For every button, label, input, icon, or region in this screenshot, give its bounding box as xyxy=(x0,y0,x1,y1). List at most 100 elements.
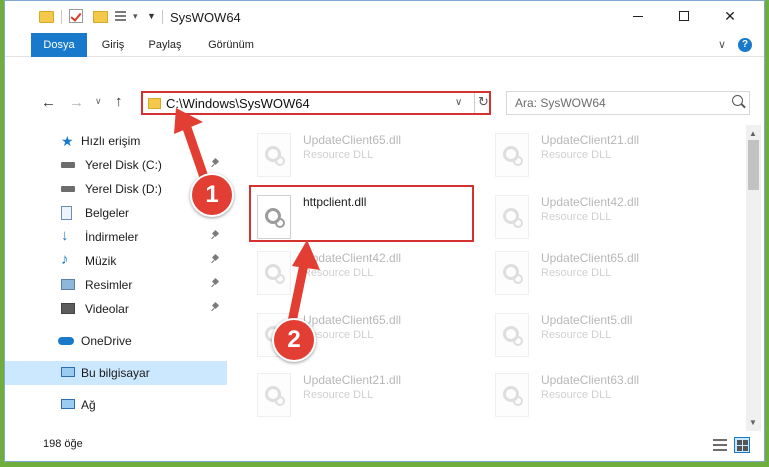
video-icon xyxy=(61,303,75,314)
network-icon xyxy=(61,399,75,409)
forward-arrow-icon[interactable]: → xyxy=(69,94,84,111)
sidebar-item-label: Videolar xyxy=(85,302,129,316)
dll-file-icon xyxy=(495,195,529,239)
up-arrow-icon[interactable]: ↑ xyxy=(115,93,123,110)
sidebar-item-label: Belgeler xyxy=(85,206,130,220)
pin-icon[interactable] xyxy=(211,231,219,241)
maximize-button[interactable] xyxy=(661,1,707,31)
minimize-icon xyxy=(633,15,643,17)
file-name: UpdateClient65.dll xyxy=(541,251,640,265)
sidebar-item-local-disk-c[interactable]: Yerel Disk (C:) xyxy=(5,153,227,177)
drive-icon xyxy=(61,186,75,192)
refresh-button[interactable]: ↻ xyxy=(474,93,489,113)
search-box[interactable] xyxy=(506,91,750,115)
details-view-icon[interactable] xyxy=(713,439,727,451)
address-bar[interactable]: C:\Windows\SysWOW64 ∨ ↻ xyxy=(141,91,491,115)
pin-icon[interactable] xyxy=(211,303,219,313)
sidebar-item-downloads[interactable]: ↓ İndirmeler xyxy=(5,225,227,249)
maximize-icon xyxy=(679,11,689,21)
title-divider xyxy=(162,10,163,24)
tab-share[interactable]: Paylaş xyxy=(143,33,187,57)
properties-list-icon[interactable] xyxy=(115,9,129,23)
pictures-icon xyxy=(61,279,75,290)
music-note-icon: ♪ xyxy=(61,251,69,268)
step-1-marker: 1 xyxy=(190,173,234,217)
file-type: Resource DLL xyxy=(541,211,612,223)
sidebar-item-this-pc[interactable]: Bu bilgisayar xyxy=(5,361,227,385)
cloud-icon xyxy=(58,337,74,345)
sidebar-item-label: Hızlı erişim xyxy=(81,134,141,148)
recent-locations-chevron-icon[interactable]: ∨ xyxy=(95,96,102,107)
sidebar-item-label: Ağ xyxy=(81,398,96,412)
sidebar-item-label: İndirmeler xyxy=(85,230,139,244)
sidebar-item-music[interactable]: ♪ Müzik xyxy=(5,249,227,273)
dll-file-icon xyxy=(257,373,291,417)
back-arrow-icon[interactable]: ← xyxy=(41,94,56,111)
tab-home[interactable]: Giriş xyxy=(93,33,133,57)
sidebar-item-label: Yerel Disk (C:) xyxy=(85,158,162,172)
close-icon: ✕ xyxy=(724,7,736,24)
navigation-pane: ★ Hızlı erişim Yerel Disk (C:) Yerel Dis… xyxy=(5,125,227,431)
sidebar-item-pictures[interactable]: Resimler xyxy=(5,273,227,297)
minimize-button[interactable] xyxy=(615,1,661,31)
file-name: UpdateClient63.dll xyxy=(541,373,640,387)
folder-icon xyxy=(148,98,161,109)
properties-check-icon[interactable] xyxy=(69,9,83,23)
file-item[interactable]: UpdateClient21.dll Resource DLL xyxy=(233,365,459,429)
scroll-down-icon[interactable]: ▼ xyxy=(749,418,757,427)
new-folder-icon[interactable] xyxy=(93,11,108,23)
file-item[interactable]: UpdateClient42.dll Resource DLL xyxy=(233,243,459,307)
help-icon[interactable]: ? xyxy=(738,38,752,52)
file-type: Resource DLL xyxy=(303,267,374,279)
dll-file-icon xyxy=(495,313,529,357)
sidebar-item-quick-access[interactable]: ★ Hızlı erişim xyxy=(5,129,227,153)
scroll-up-icon[interactable]: ▲ xyxy=(749,129,757,138)
file-name: UpdateClient42.dll xyxy=(541,195,640,209)
sidebar-item-videos[interactable]: Videolar xyxy=(5,297,227,321)
file-item[interactable]: UpdateClient65.dll Resource DLL xyxy=(233,125,459,189)
file-type: Resource DLL xyxy=(541,389,612,401)
file-type: Resource DLL xyxy=(303,149,374,161)
pin-icon[interactable] xyxy=(211,255,219,265)
file-list: UpdateClient65.dll Resource DLL UpdateCl… xyxy=(233,125,747,431)
file-type: Resource DLL xyxy=(541,149,612,161)
dll-file-icon xyxy=(495,133,529,177)
file-name: UpdateClient65.dll xyxy=(303,313,402,327)
star-icon: ★ xyxy=(61,133,74,149)
refresh-icon: ↻ xyxy=(478,94,489,109)
file-item[interactable]: UpdateClient5.dll Resource DLL xyxy=(471,305,697,369)
file-item[interactable]: UpdateClient42.dll Resource DLL xyxy=(471,187,697,251)
address-path[interactable]: C:\Windows\SysWOW64 xyxy=(166,96,310,111)
dll-file-icon xyxy=(495,373,529,417)
dll-file-icon xyxy=(257,251,291,295)
tab-view[interactable]: Görünüm xyxy=(199,33,263,57)
ribbon-expand-chevron-icon[interactable]: ∨ xyxy=(718,38,726,51)
download-arrow-icon: ↓ xyxy=(61,227,69,244)
file-name: UpdateClient5.dll xyxy=(541,313,633,327)
pin-icon[interactable] xyxy=(211,159,219,169)
file-item[interactable]: UpdateClient63.dll Resource DLL xyxy=(471,365,697,429)
quick-access-dropdown-icon[interactable]: ▾ xyxy=(133,11,138,22)
file-item[interactable]: UpdateClient21.dll Resource DLL xyxy=(471,125,697,189)
scrollbar-thumb[interactable] xyxy=(748,140,759,190)
dll-file-icon xyxy=(495,251,529,295)
address-dropdown-chevron-icon[interactable]: ∨ xyxy=(455,97,462,108)
sidebar-item-label: Müzik xyxy=(85,254,117,268)
computer-icon xyxy=(61,367,75,377)
step-2-marker: 2 xyxy=(272,318,316,362)
search-input[interactable] xyxy=(515,95,715,111)
folder-icon xyxy=(39,11,54,23)
sidebar-item-network[interactable]: Ağ xyxy=(5,393,227,417)
customize-toolbar-icon[interactable]: ▼ xyxy=(147,11,156,21)
large-icons-view-icon[interactable] xyxy=(734,437,750,453)
search-icon[interactable] xyxy=(732,95,743,106)
tab-file[interactable]: Dosya xyxy=(31,33,87,57)
sidebar-item-onedrive[interactable]: OneDrive xyxy=(5,329,227,353)
file-name: UpdateClient21.dll xyxy=(541,133,640,147)
vertical-scrollbar[interactable]: ▲ ▼ xyxy=(746,125,761,431)
file-item[interactable]: UpdateClient65.dll Resource DLL xyxy=(471,243,697,307)
file-item[interactable]: UpdateClient65.dll Resource DLL xyxy=(233,305,459,369)
close-button[interactable]: ✕ xyxy=(707,1,753,31)
pin-icon[interactable] xyxy=(211,279,219,289)
file-type: Resource DLL xyxy=(541,267,612,279)
